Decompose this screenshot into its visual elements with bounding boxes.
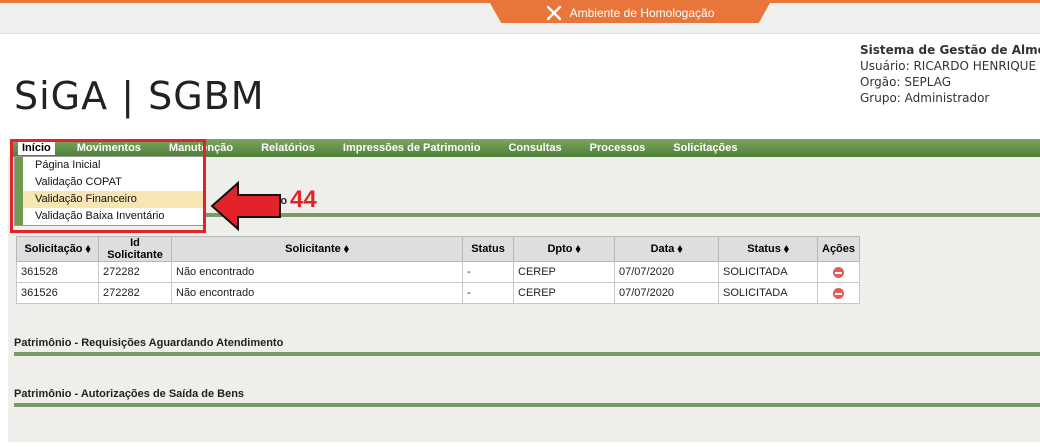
cell-dpto: CEREP (513, 282, 615, 304)
cell-solicitante: Não encontrado (171, 261, 463, 283)
arrow-left-icon (210, 180, 281, 232)
inicio-dropdown-menu: Página Inicial Validação COPAT Validação… (14, 156, 206, 226)
menu-item-validacao-baixa-inventario[interactable]: Validação Baixa Inventário (15, 208, 205, 225)
cell-acoes (816, 261, 861, 283)
table-row: 361528 272282 Não encontrado - CEREP 07/… (16, 261, 861, 283)
nav-item-impressoes[interactable]: Impressões de Patrimonio (329, 142, 495, 154)
delete-icon[interactable] (833, 287, 845, 299)
nav-item-processos[interactable]: Processos (576, 142, 660, 154)
col-solicitacao[interactable]: Solicitação ⬧ (16, 236, 99, 262)
cell-status-2: SOLICITADA (718, 261, 818, 283)
requests-table: Solicitação ⬧ Id Solicitante Solicitante… (16, 236, 861, 304)
menu-item-pagina-inicial[interactable]: Página Inicial (15, 157, 205, 174)
user-info: Usuário: RICARDO HENRIQUE F (860, 59, 1040, 73)
col-acoes: Ações (816, 236, 861, 262)
table-row: 361526 272282 Não encontrado - CEREP 07/… (16, 282, 861, 304)
col-data[interactable]: Data ⬧ (614, 236, 719, 262)
cell-data: 07/07/2020 (614, 261, 719, 283)
app-logo: SiGA | SGBM (14, 74, 265, 118)
delete-icon[interactable] (833, 266, 845, 278)
cell-status: - (462, 282, 514, 304)
menu-item-validacao-copat[interactable]: Validação COPAT (15, 174, 205, 191)
cell-acoes (816, 282, 861, 304)
col-solicitante[interactable]: Solicitante ⬧ (171, 236, 463, 262)
col-id-solicitante: Id Solicitante (98, 236, 172, 262)
top-bar: Ambiente de Homologação (0, 0, 1040, 34)
annotation-number: 44 (290, 186, 317, 213)
cell-solicitacao: 361528 (16, 261, 99, 283)
section-divider (14, 403, 1040, 407)
cell-solicitante: Não encontrado (171, 282, 463, 304)
nav-item-movimentos[interactable]: Movimentos (63, 142, 155, 154)
cell-status: - (462, 261, 514, 283)
menu-item-validacao-financeiro[interactable]: Validação Financeiro (15, 191, 205, 208)
col-dpto[interactable]: Dpto ⬧ (513, 236, 615, 262)
section-title-autorizacoes: Patrimônio - Autorizações de Saída de Be… (14, 388, 245, 400)
section-title-requisicoes: Patrimônio - Requisições Aguardando Aten… (14, 337, 284, 349)
col-status: Status (462, 236, 514, 262)
environment-label: Ambiente de Homologação (569, 6, 715, 20)
environment-banner: Ambiente de Homologação (490, 3, 770, 23)
cell-dpto: CEREP (513, 261, 615, 283)
nav-item-consultas[interactable]: Consultas (494, 142, 575, 154)
tools-icon (546, 5, 561, 21)
org-info: Orgão: SEPLAG (860, 75, 952, 89)
cell-solicitacao: 361526 (16, 282, 99, 304)
system-info: Sistema de Gestão de Almox Usuário: RICA… (860, 42, 1040, 106)
cell-status-2: SOLICITADA (718, 282, 818, 304)
nav-item-inicio[interactable]: Início (18, 141, 55, 155)
nav-item-relatorios[interactable]: Relatórios (247, 142, 329, 154)
nav-item-solicitacoes[interactable]: Solicitações (659, 142, 751, 154)
col-status-2[interactable]: Status ⬧ (718, 236, 818, 262)
section-divider (14, 352, 1040, 356)
table-header-row: Solicitação ⬧ Id Solicitante Solicitante… (16, 236, 861, 262)
nav-item-manutencao[interactable]: Manutenção (155, 142, 247, 154)
main-nav: Início Movimentos Manutenção Relatórios … (10, 139, 1040, 157)
cell-id-solicitante: 272282 (98, 261, 172, 283)
cell-id-solicitante: 272282 (98, 282, 172, 304)
cell-data: 07/07/2020 (614, 282, 719, 304)
system-title: Sistema de Gestão de Almox (860, 43, 1040, 57)
group-info: Grupo: Administrador (860, 91, 990, 105)
